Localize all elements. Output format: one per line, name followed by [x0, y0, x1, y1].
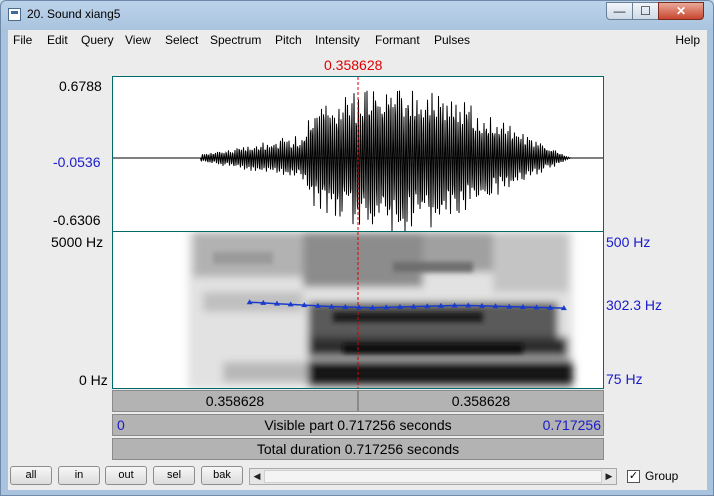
close-button[interactable]: ✕: [658, 2, 704, 20]
menu-query[interactable]: Query: [81, 33, 114, 47]
bottom-toolbar: all in out sel bak ◀ ▶ ✓ Group: [8, 462, 707, 490]
pitch-cursor-label: 302.3 Hz: [606, 297, 663, 313]
minimize-button[interactable]: —: [606, 2, 633, 20]
pitch-min-label: 75 Hz: [606, 371, 643, 387]
app-icon: [8, 8, 21, 21]
group-checkbox[interactable]: ✓: [627, 470, 640, 483]
maximize-button[interactable]: ☐: [632, 2, 659, 20]
cursor-time-label: 0.358628: [324, 57, 383, 73]
scroll-left-icon[interactable]: ◀: [250, 469, 264, 484]
zoom-all-button[interactable]: all: [10, 466, 52, 485]
spectrogram-freq-max-label: 5000 Hz: [51, 234, 104, 250]
waveform-panel[interactable]: [112, 76, 604, 232]
spectrogram-panel[interactable]: [112, 232, 604, 389]
waveform-max-label: 0.6788: [59, 78, 102, 94]
time-segment-right[interactable]: 0.358628: [358, 390, 604, 412]
waveform-min-label: -0.6306: [53, 212, 101, 228]
zoom-sel-button[interactable]: sel: [153, 466, 195, 485]
title-bar[interactable]: 20. Sound xiang5 — ☐ ✕: [1, 1, 713, 30]
zoom-back-button[interactable]: bak: [201, 466, 243, 485]
window-title: 20. Sound xiang5: [27, 7, 121, 21]
zoom-out-button[interactable]: out: [105, 466, 147, 485]
scroll-thumb[interactable]: [264, 470, 602, 483]
waveform-cursor-value-label: -0.0536: [53, 154, 101, 170]
visible-part-label: Visible part 0.717256 seconds: [264, 417, 452, 433]
time-segment-left[interactable]: 0.358628: [112, 390, 358, 412]
menu-formant[interactable]: Formant: [375, 33, 420, 47]
pitch-max-label: 500 Hz: [606, 234, 651, 250]
menu-spectrum[interactable]: Spectrum: [210, 33, 261, 47]
visible-start-label: 0: [117, 417, 125, 433]
visible-end-label: 0.717256: [542, 417, 601, 433]
scroll-right-icon[interactable]: ▶: [602, 469, 616, 484]
group-label: Group: [645, 469, 679, 483]
menu-intensity[interactable]: Intensity: [315, 33, 360, 47]
menu-edit[interactable]: Edit: [47, 33, 68, 47]
zoom-in-button[interactable]: in: [58, 466, 100, 485]
menu-view[interactable]: View: [125, 33, 151, 47]
total-duration-bar[interactable]: Total duration 0.717256 seconds: [112, 438, 604, 460]
menu-bar: File Edit Query View Select Spectrum Pit…: [8, 30, 707, 50]
spectrogram-freq-min-label: 0 Hz: [79, 372, 108, 388]
menu-pitch[interactable]: Pitch: [275, 33, 302, 47]
editor-client-area: File Edit Query View Select Spectrum Pit…: [8, 30, 707, 490]
menu-file[interactable]: File: [13, 33, 32, 47]
menu-help[interactable]: Help: [675, 33, 700, 47]
sound-editor-window: 20. Sound xiang5 — ☐ ✕ File Edit Query V…: [0, 0, 714, 496]
time-scrollbar[interactable]: ◀ ▶: [249, 468, 617, 485]
visible-part-bar[interactable]: 0 Visible part 0.717256 seconds 0.717256: [112, 414, 604, 436]
menu-pulses[interactable]: Pulses: [434, 33, 470, 47]
menu-select[interactable]: Select: [165, 33, 198, 47]
